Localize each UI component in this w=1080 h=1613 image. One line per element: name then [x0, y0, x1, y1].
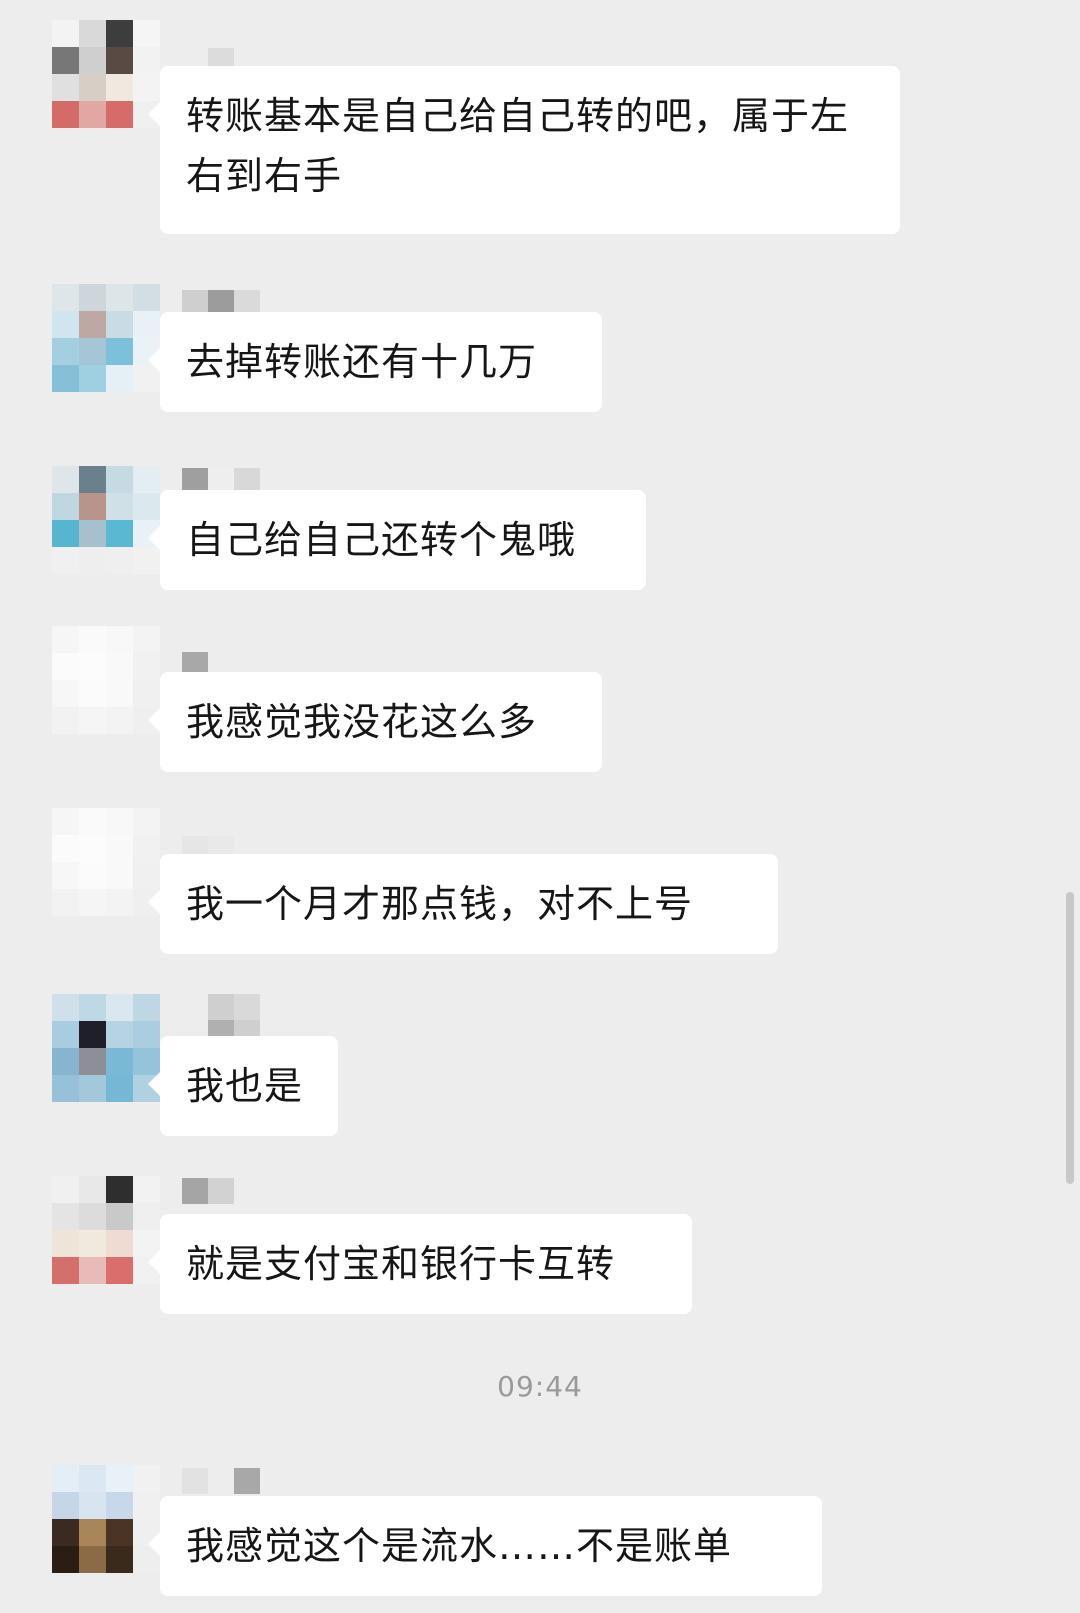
message-text: 我感觉这个是流水……不是账单	[186, 1524, 733, 1568]
message-bubble[interactable]: 我一个月才那点钱，对不上号	[148, 854, 778, 954]
avatar[interactable]	[52, 284, 160, 392]
message-text: 我一个月才那点钱，对不上号	[186, 882, 694, 926]
message-bubble[interactable]: 去掉转账还有十几万	[148, 312, 602, 412]
message-text: 我感觉我没花这么多	[186, 700, 538, 744]
message-text: 转账基本是自己给自己转的吧，属于左右到右手	[186, 94, 850, 198]
sender-name-blurred	[182, 1178, 234, 1204]
message-text: 去掉转账还有十几万	[186, 340, 538, 384]
avatar[interactable]	[52, 1176, 160, 1284]
chat-area: 转账基本是自己给自己转的吧，属于左右到右手 去掉转账还有十几万 自己给自己还转个…	[0, 0, 1080, 1613]
message-bubble[interactable]: 我感觉我没花这么多	[148, 672, 602, 772]
message-bubble[interactable]: 转账基本是自己给自己转的吧，属于左右到右手	[148, 66, 900, 234]
timestamp: 09:44	[497, 1370, 583, 1403]
avatar[interactable]	[52, 20, 160, 128]
avatar[interactable]	[52, 466, 160, 574]
message-bubble[interactable]: 我也是	[148, 1036, 338, 1136]
message-text: 就是支付宝和银行卡互转	[186, 1242, 616, 1286]
avatar[interactable]	[52, 1465, 160, 1573]
message-bubble[interactable]: 我感觉这个是流水……不是账单	[148, 1496, 822, 1596]
scrollbar[interactable]	[1066, 892, 1074, 1184]
message-bubble[interactable]: 就是支付宝和银行卡互转	[148, 1214, 692, 1314]
sender-name-blurred	[182, 1468, 260, 1494]
message-bubble[interactable]: 自己给自己还转个鬼哦	[148, 490, 646, 590]
avatar[interactable]	[52, 808, 160, 916]
message-text: 我也是	[186, 1064, 304, 1108]
avatar[interactable]	[52, 994, 160, 1102]
message-text: 自己给自己还转个鬼哦	[186, 518, 577, 562]
sender-name-blurred	[208, 994, 260, 1020]
avatar[interactable]	[52, 626, 160, 734]
